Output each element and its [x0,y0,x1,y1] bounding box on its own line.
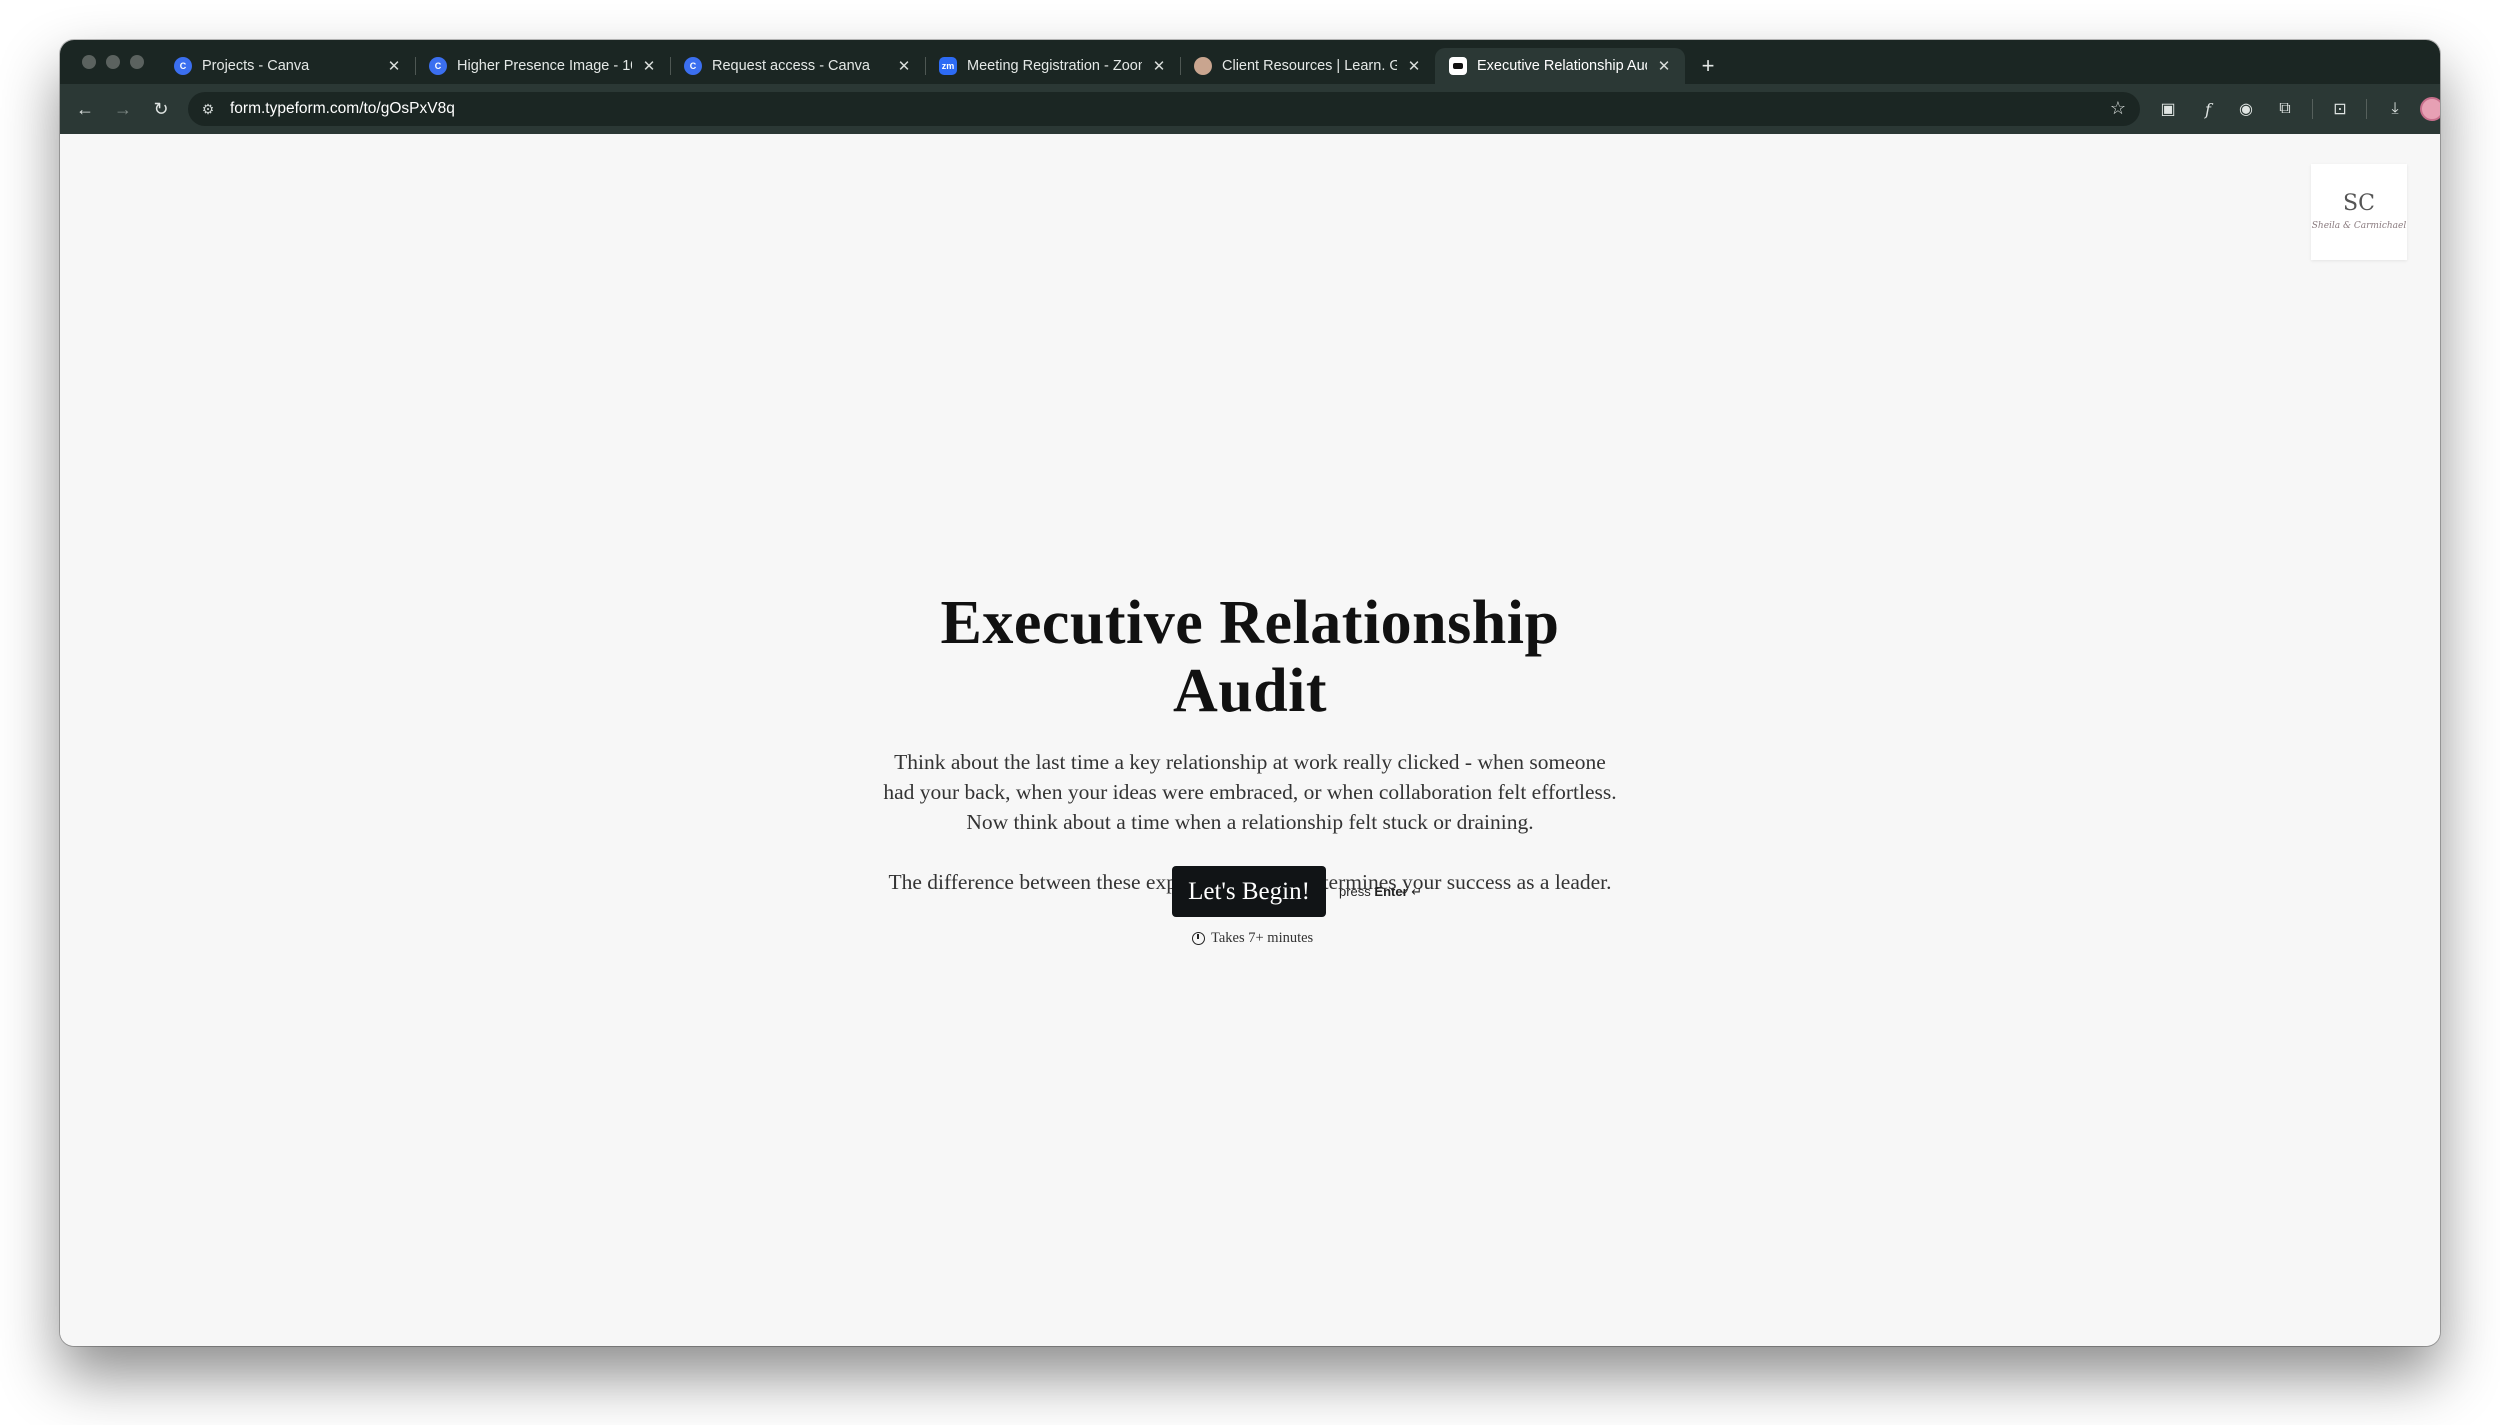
tab-client-resources[interactable]: Client Resources | Learn. Gro ✕ [1180,48,1435,84]
zoom-window-button[interactable] [130,55,144,69]
clock-icon [1192,932,1205,945]
canva-icon: C [174,57,192,75]
tab-title: Higher Presence Image - 100 [457,58,632,74]
close-tab-icon[interactable]: ✕ [385,57,403,75]
zoom-icon: zm [939,57,957,75]
canva-icon: C [684,57,702,75]
tab-higher-presence-image[interactable]: C Higher Presence Image - 100 ✕ [415,48,671,84]
start-actions: Let's Begin! press Enter ↵ [1172,866,1422,917]
browser-window: C Projects - Canva ✕ C Higher Presence I… [60,40,2440,1346]
keyboard-hint: press Enter ↵ [1339,884,1422,900]
brand-logo: SC Sheila & Carmichael [2311,164,2407,260]
tab-title: Executive Relationship Audit [1477,58,1647,74]
minimize-window-button[interactable] [106,55,120,69]
profile-avatar[interactable] [2420,97,2440,121]
time-estimate: Takes 7+ minutes [1192,930,1352,947]
hint-key: Enter [1374,883,1408,899]
new-tab-button[interactable]: + [1692,48,1724,84]
tab-search-icon[interactable]: ⊡ [2327,96,2353,122]
tab-projects-canva[interactable]: C Projects - Canva ✕ [160,48,416,84]
close-window-button[interactable] [82,55,96,69]
camera-extension-icon[interactable]: ◉ [2233,96,2259,122]
logo-script: Sheila & Carmichael [2311,221,2407,231]
tab-title: Client Resources | Learn. Gro [1222,58,1397,74]
bookmark-star-icon[interactable]: ☆ [2110,98,2126,119]
tab-title: Meeting Registration - Zoom [967,58,1142,74]
canva-icon: C [429,57,447,75]
logo-monogram: SC [2343,191,2375,216]
welcome-screen: Executive Relationship Audit Think about… [880,589,1620,897]
forward-icon[interactable]: → [110,96,136,122]
close-tab-icon[interactable]: ✕ [1655,57,1673,75]
site-settings-icon[interactable]: ⚙ [198,101,218,118]
tab-title: Projects - Canva [202,58,310,74]
portrait-icon [1194,57,1212,75]
address-bar[interactable]: ⚙ form.typeform.com/to/gOsPxV8q ☆ [188,92,2140,126]
duration-text: Takes 7+ minutes [1211,930,1314,946]
typeform-page: SC Sheila & Carmichael Executive Relatio… [60,134,2440,1346]
tab-request-access-canva[interactable]: C Request access - Canva ✕ [670,48,926,84]
formula-extension-icon[interactable]: f [2195,96,2221,122]
url-text: form.typeform.com/to/gOsPxV8q [230,100,455,117]
hint-prefix: press [1339,883,1371,899]
enter-key-icon: ↵ [1411,883,1423,899]
close-tab-icon[interactable]: ✕ [1405,57,1423,75]
browser-toolbar: ← → ↻ ⚙ form.typeform.com/to/gOsPxV8q ☆ … [60,84,2440,134]
window-controls [82,55,144,69]
back-icon[interactable]: ← [72,96,98,122]
download-icon[interactable]: ⤓ [2382,96,2408,122]
page-title: Executive Relationship Audit [940,589,1560,726]
close-tab-icon[interactable]: ✕ [1150,57,1168,75]
close-tab-icon[interactable]: ✕ [895,57,913,75]
gift-extension-icon[interactable]: ▣ [2155,96,2181,122]
tab-executive-relationship-audit[interactable]: Executive Relationship Audit ✕ [1435,48,1685,84]
toolbar-divider [2312,99,2313,119]
reload-icon[interactable]: ↻ [148,96,174,122]
lets-begin-button[interactable]: Let's Begin! [1172,866,1326,917]
toolbar-divider [2366,99,2367,119]
intro-paragraph: Think about the last time a key relation… [883,750,1617,835]
close-tab-icon[interactable]: ✕ [640,57,658,75]
tab-title: Request access - Canva [712,58,870,74]
puzzle-extensions-icon[interactable]: ⧉ [2272,96,2298,122]
tab-meeting-registration-zoom[interactable]: zm Meeting Registration - Zoom ✕ [925,48,1181,84]
tab-strip: C Projects - Canva ✕ C Higher Presence I… [60,40,2440,84]
typeform-icon [1449,57,1467,75]
